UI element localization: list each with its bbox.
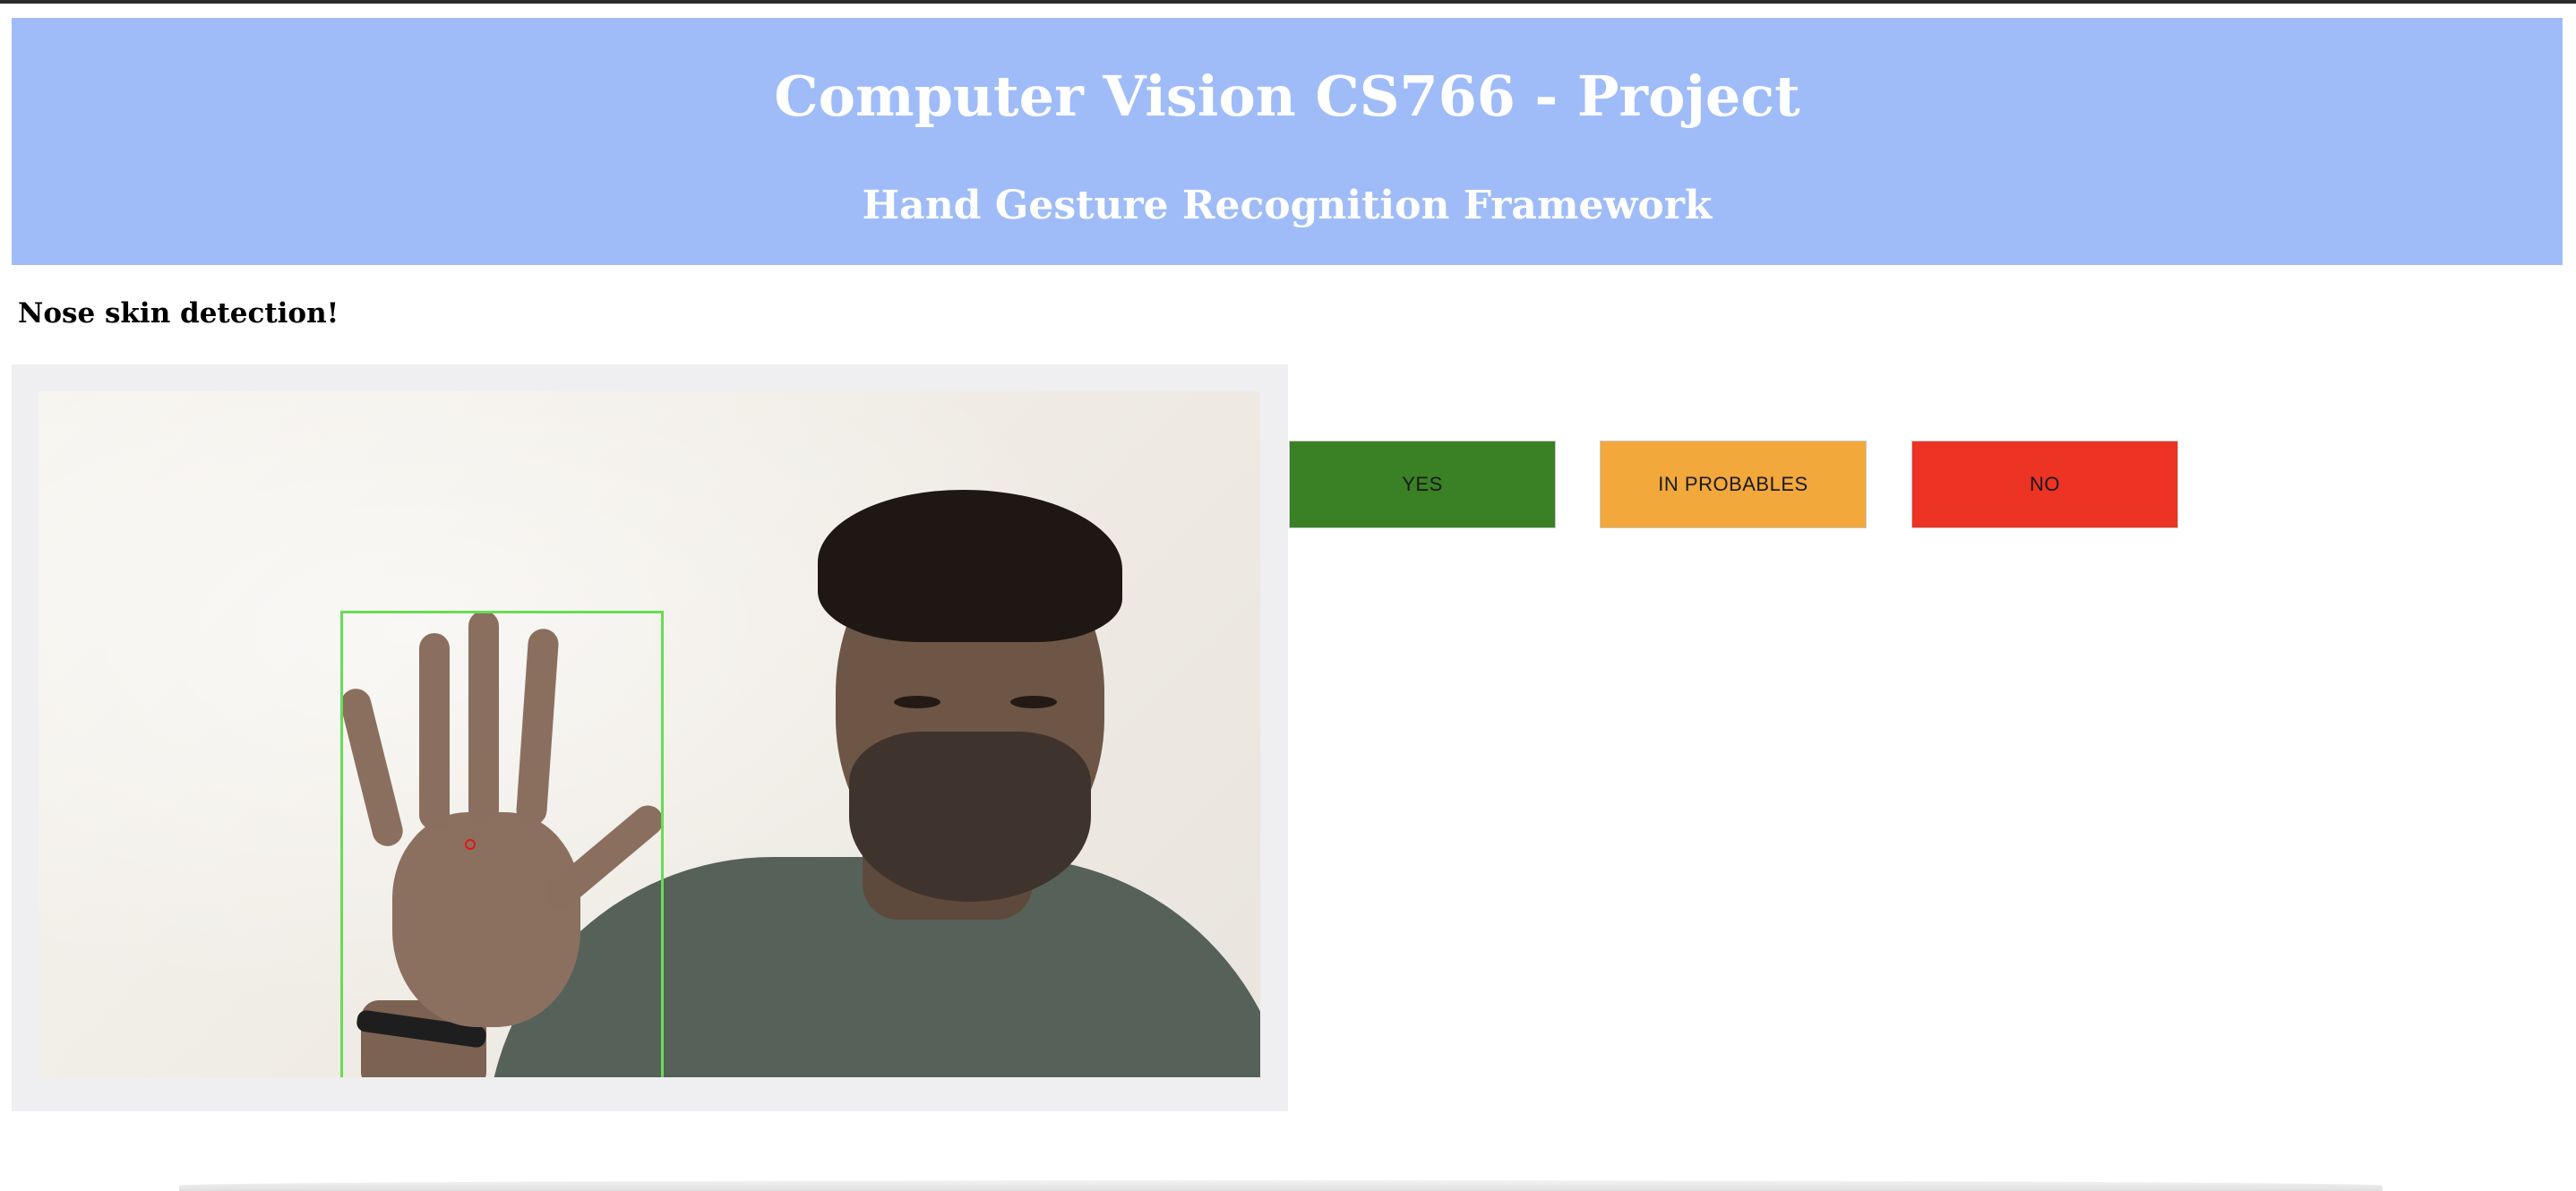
hand-detection-box xyxy=(340,611,664,1077)
person-beard xyxy=(849,732,1091,902)
person-eye-right xyxy=(1010,696,1057,708)
in-probables-button[interactable]: IN PROBABLES xyxy=(1600,441,1867,528)
yes-button[interactable]: YES xyxy=(1289,441,1556,528)
detection-status-text: Nose skin detection! xyxy=(18,297,339,330)
no-button[interactable]: NO xyxy=(1911,441,2178,528)
webcam-feed xyxy=(39,391,1260,1077)
person-eye-left xyxy=(894,696,940,708)
video-panel xyxy=(12,364,1288,1111)
hand-centroid-marker xyxy=(465,839,476,850)
page-title: Computer Vision CS766 - Project xyxy=(774,64,1800,129)
bottom-shadow xyxy=(179,1180,2383,1191)
page-header: Computer Vision CS766 - Project Hand Ges… xyxy=(12,18,2563,265)
page-subtitle: Hand Gesture Recognition Framework xyxy=(862,183,1713,228)
top-border xyxy=(0,0,2576,4)
